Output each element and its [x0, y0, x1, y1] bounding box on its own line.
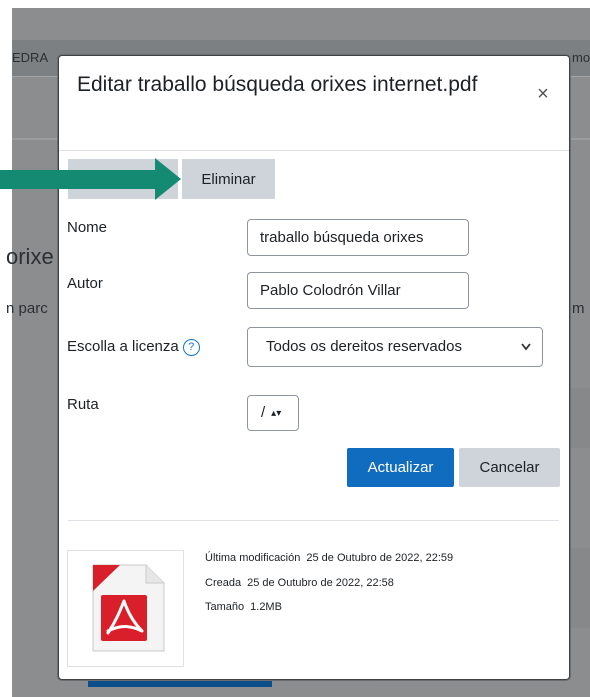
created-value: 25 de Outubro de 2022, 22:58 [247, 577, 394, 589]
name-input[interactable]: traballo búsqueda orixes [247, 219, 469, 256]
updown-icon: ▴▾ [271, 408, 282, 419]
size-label: Tamaño [205, 601, 245, 613]
file-size: Tamaño 1.2MB [205, 601, 282, 613]
cancel-button[interactable]: Cancelar [459, 448, 560, 487]
path-select-value: / [261, 404, 266, 421]
background-button [88, 680, 272, 687]
pdf-file-icon [92, 564, 165, 652]
dialog-header: Editar traballo búsqueda orixes internet… [59, 56, 569, 151]
size-value: 1.2MB [250, 601, 282, 613]
close-icon[interactable]: × [531, 82, 555, 106]
chevron-down-icon [520, 328, 532, 380]
path-select[interactable]: / ▴▾ [247, 395, 299, 431]
background-tab-right: mo [572, 50, 590, 65]
delete-button[interactable]: Eliminar [182, 159, 275, 199]
help-icon[interactable]: ? [182, 339, 200, 356]
license-select[interactable]: Todos os dereitos reservados [247, 327, 543, 367]
file-created: Creada 25 de Outubro de 2022, 22:58 [205, 577, 394, 589]
license-label-text: Escolla a licenza [67, 338, 179, 355]
modified-label: Última modificación [205, 552, 301, 564]
file-modified: Última modificación 25 de Outubro de 2022… [205, 552, 453, 564]
created-label: Creada [205, 577, 242, 589]
background-button [274, 680, 374, 687]
author-label: Autor [67, 275, 103, 292]
background-tab-left: EDRA [12, 50, 49, 65]
update-button[interactable]: Actualizar [347, 448, 454, 487]
author-input[interactable]: Pablo Colodrón Villar [247, 272, 469, 309]
background-heading: orixe [6, 244, 54, 269]
background-text-right: m [572, 300, 585, 317]
file-thumbnail [67, 550, 184, 667]
name-label: Nome [67, 219, 108, 236]
license-select-value: Todos os dereitos reservados [266, 338, 462, 355]
path-label: Ruta [67, 396, 99, 413]
annotation-arrow-icon [0, 158, 181, 200]
license-label: Escolla a licenza? [67, 338, 200, 356]
dialog-title: Editar traballo búsqueda orixes internet… [77, 73, 478, 96]
edit-file-dialog: Editar traballo búsqueda orixes internet… [58, 55, 570, 680]
background-text-left: n parc [6, 300, 48, 317]
modified-value: 25 de Outubro de 2022, 22:59 [306, 552, 454, 564]
dialog-divider [68, 520, 559, 521]
